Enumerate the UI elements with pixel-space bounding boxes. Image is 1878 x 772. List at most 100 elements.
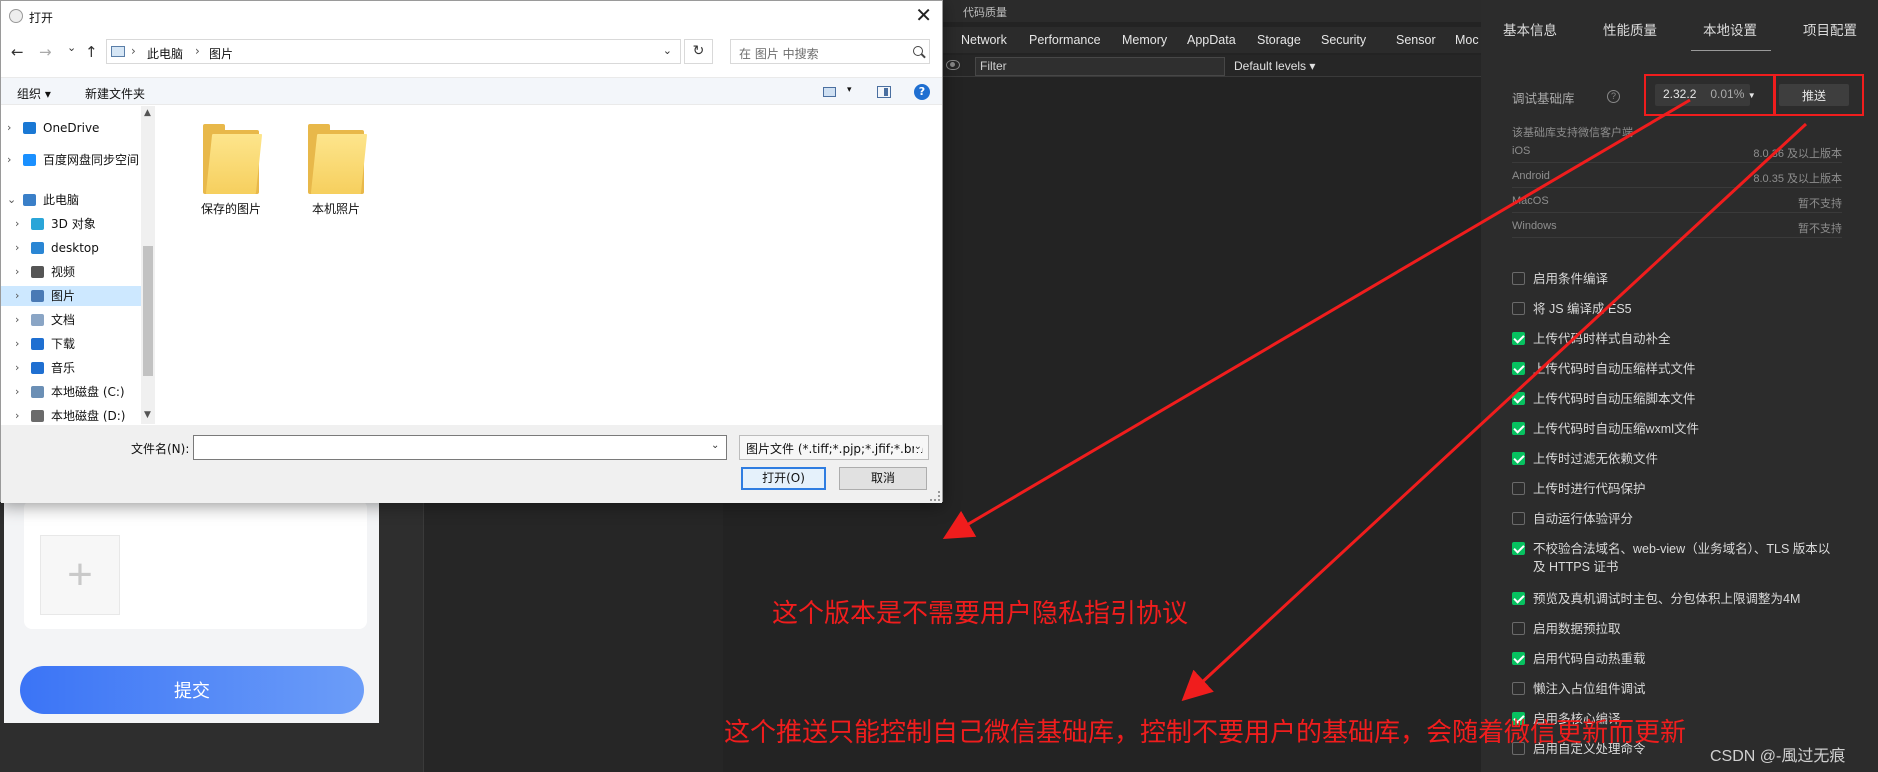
close-icon[interactable]: ✕	[915, 5, 932, 25]
sidebar-item[interactable]: › 本地磁盘 (D:)	[1, 406, 141, 426]
setting-option[interactable]: 将 JS 编译成 ES5	[1512, 300, 1842, 318]
tab-appdata[interactable]: AppData	[1187, 33, 1236, 47]
sidebar-item[interactable]: › 3D 对象	[1, 214, 141, 234]
sidebar-item[interactable]: › 文档	[1, 310, 141, 330]
checkbox[interactable]	[1512, 362, 1525, 375]
setting-option[interactable]: 预览及真机调试时主包、分包体积上限调整为4M	[1512, 590, 1842, 608]
sidebar-item[interactable]: › 图片	[1, 286, 141, 306]
open-button[interactable]: 打开(O)	[741, 467, 826, 490]
sidebar-item[interactable]: › OneDrive	[1, 118, 141, 138]
checkbox[interactable]	[1512, 482, 1525, 495]
chevron-down-icon[interactable]: ⌄	[663, 44, 672, 57]
checkbox[interactable]	[1512, 512, 1525, 525]
submit-button[interactable]: 提交	[20, 666, 364, 714]
checkbox[interactable]	[1512, 392, 1525, 405]
breadcrumb-pictures[interactable]: 图片	[209, 45, 233, 62]
setting-option[interactable]: 上传时进行代码保护	[1512, 480, 1842, 498]
sidebar-item[interactable]: › 下载	[1, 334, 141, 354]
setting-option[interactable]: 自动运行体验评分	[1512, 510, 1842, 528]
sidebar-item[interactable]: › 音乐	[1, 358, 141, 378]
log-levels-dropdown[interactable]: Default levels ▾	[1234, 59, 1315, 73]
help-icon[interactable]: ?	[914, 84, 930, 100]
folder-item[interactable]: 保存的图片	[186, 124, 276, 217]
chevron-icon[interactable]: ›	[15, 238, 19, 258]
chevron-icon[interactable]: ›	[15, 214, 19, 234]
checkbox[interactable]	[1512, 422, 1525, 435]
checkbox[interactable]	[1512, 272, 1525, 285]
organize-menu[interactable]: 组织 ▾	[17, 85, 51, 102]
sidebar-scroll-thumb[interactable]	[143, 246, 153, 376]
scroll-down-icon[interactable]: ▼	[144, 410, 151, 420]
preview-pane-icon[interactable]	[877, 86, 891, 98]
refresh-button[interactable]: ↻	[684, 39, 713, 64]
search-input[interactable]: 在 图片 中搜索	[730, 39, 930, 64]
setting-option[interactable]: 上传代码时样式自动补全	[1512, 330, 1842, 348]
checkbox[interactable]	[1512, 302, 1525, 315]
chevron-icon[interactable]: ›	[7, 150, 11, 170]
tab-performance[interactable]: Performance	[1029, 33, 1101, 47]
tab-storage[interactable]: Storage	[1257, 33, 1301, 47]
search-icon[interactable]	[913, 46, 923, 56]
setting-option[interactable]: 上传代码时自动压缩wxml文件	[1512, 420, 1842, 438]
checkbox[interactable]	[1512, 622, 1525, 635]
resize-grip-icon[interactable]	[930, 491, 940, 501]
tab-network[interactable]: Network	[961, 33, 1007, 47]
chevron-icon[interactable]: ›	[15, 262, 19, 282]
chevron-icon[interactable]: ›	[7, 118, 11, 138]
up-arrow-icon[interactable]: ↑	[85, 43, 98, 61]
chevron-icon[interactable]: ›	[15, 334, 19, 354]
checkbox[interactable]	[1512, 452, 1525, 465]
scroll-up-icon[interactable]: ▲	[144, 108, 151, 118]
push-button[interactable]: 推送	[1779, 84, 1849, 106]
filetype-select[interactable]: 图片文件 (*.tiff;*.pjp;*.jfif;*.bm ⌄	[739, 435, 929, 460]
sidebar-item[interactable]: › 本地磁盘 (C:)	[1, 382, 141, 402]
checkbox[interactable]	[1512, 652, 1525, 665]
setting-option[interactable]: 启用条件编译	[1512, 270, 1842, 288]
tab-sensor[interactable]: Sensor	[1396, 33, 1436, 47]
lib-version-select[interactable]: 2.32.2 0.01% ▼	[1655, 84, 1756, 106]
chevron-down-icon[interactable]: ⌄	[711, 440, 719, 451]
sidebar-item[interactable]: › desktop	[1, 238, 141, 258]
view-mode-icon[interactable]	[823, 87, 836, 97]
help-icon[interactable]: ?	[1607, 90, 1620, 103]
tab-performance-quality[interactable]: 性能质量	[1603, 19, 1657, 39]
tab-project-config[interactable]: 项目配置	[1803, 19, 1857, 39]
back-arrow-icon[interactable]: ←	[11, 43, 24, 61]
setting-option[interactable]: 上传时过滤无依赖文件	[1512, 450, 1842, 468]
setting-option[interactable]: 不校验合法域名、web-view（业务域名）、TLS 版本以及 HTTPS 证书	[1512, 540, 1842, 576]
setting-option[interactable]: 上传代码时自动压缩样式文件	[1512, 360, 1842, 378]
setting-option[interactable]: 启用数据预拉取	[1512, 620, 1842, 638]
new-folder-button[interactable]: 新建文件夹	[85, 85, 145, 102]
chevron-icon[interactable]: ›	[15, 358, 19, 378]
view-dropdown-icon[interactable]: ▾	[847, 85, 852, 95]
breadcrumb-this-pc[interactable]: 此电脑	[147, 45, 183, 62]
filter-input[interactable]: Filter	[975, 57, 1225, 76]
cancel-button[interactable]: 取消	[839, 467, 927, 490]
sidebar-item[interactable]: ⌄ 此电脑	[1, 190, 141, 210]
setting-option[interactable]: 懒注入占位组件调试	[1512, 680, 1842, 698]
tab-mock[interactable]: Moc	[1455, 33, 1479, 47]
chevron-icon[interactable]: ›	[15, 286, 19, 306]
address-bar[interactable]: › 此电脑 › 图片 ⌄	[106, 39, 681, 64]
sidebar-item[interactable]: › 百度网盘同步空间	[1, 150, 141, 170]
checkbox[interactable]	[1512, 682, 1525, 695]
tab-basic-info[interactable]: 基本信息	[1503, 19, 1557, 39]
folder-item[interactable]: 本机照片	[291, 124, 381, 217]
chevron-icon[interactable]: ›	[15, 406, 19, 426]
eye-icon[interactable]	[946, 60, 960, 70]
tab-memory[interactable]: Memory	[1122, 33, 1167, 47]
setting-option[interactable]: 启用代码自动热重载	[1512, 650, 1842, 668]
chevron-icon[interactable]: ›	[15, 310, 19, 330]
add-image-button[interactable]: +	[40, 535, 120, 615]
forward-arrow-icon[interactable]: →	[39, 43, 52, 61]
tab-local-settings[interactable]: 本地设置	[1703, 19, 1757, 39]
checkbox[interactable]	[1512, 542, 1525, 555]
sidebar-item[interactable]: › 视频	[1, 262, 141, 282]
chevron-icon[interactable]: ⌄	[7, 190, 16, 210]
checkbox[interactable]	[1512, 332, 1525, 345]
checkbox[interactable]	[1512, 592, 1525, 605]
filename-input[interactable]	[193, 435, 727, 460]
recent-locations-icon[interactable]: ⌄	[67, 41, 76, 54]
tab-security[interactable]: Security	[1321, 33, 1366, 47]
setting-option[interactable]: 上传代码时自动压缩脚本文件	[1512, 390, 1842, 408]
